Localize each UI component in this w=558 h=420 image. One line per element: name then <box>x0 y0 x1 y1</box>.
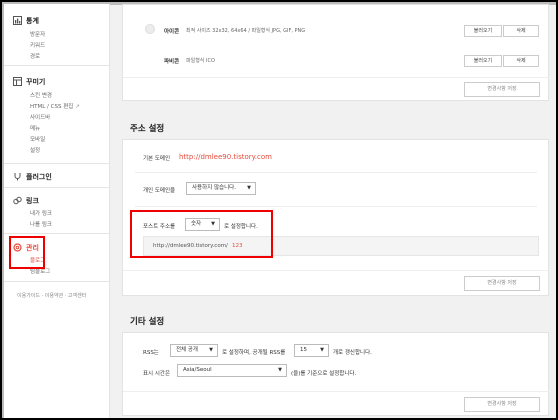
sidebar-item-sidebar[interactable]: 사이드바 <box>30 113 50 121</box>
favicon-load-button[interactable]: 불러오기 <box>464 55 502 67</box>
favicon-label: 파비콘 <box>164 59 180 65</box>
sidebar: 통계 방문자 키워드 경로 꾸미기 스킨 변경 HTML / CSS 편집 ↗ … <box>4 4 110 418</box>
sidebar-item-links-to-me[interactable]: 나를 링크 <box>30 220 52 228</box>
sidebar-item-my-links[interactable]: 내가 링크 <box>30 209 52 217</box>
base-domain-value[interactable]: http://dmlee90.tistory.com <box>179 153 272 161</box>
chevron-down-icon: ▼ <box>209 347 213 353</box>
timezone-select[interactable]: Asia/Seoul ▼ <box>177 364 287 377</box>
rss-mid-text: 로 설정하며, 공개될 RSS를 <box>222 350 286 356</box>
personal-domain-select[interactable]: 사용하지 않습니다. ▼ <box>186 182 256 195</box>
sidebar-head-decorate-label: 꾸미기 <box>26 78 46 86</box>
other-settings-card: RSS는 전체 공개 ▼ 로 설정하며, 공개될 RSS를 15 ▼ 개로 갱신합니… <box>122 332 549 416</box>
sidebar-head-link[interactable]: 링크 <box>13 196 39 206</box>
other-section-title: 기타 설정 <box>130 317 165 327</box>
divider <box>135 172 537 173</box>
link-icon <box>13 196 22 205</box>
divider <box>135 206 537 207</box>
icon-label: 아이콘 <box>164 29 180 35</box>
plugin-icon <box>13 172 22 181</box>
base-domain-label: 기본 도메인 <box>143 156 171 162</box>
chevron-down-icon: ▼ <box>247 185 251 191</box>
footer-links[interactable]: 이용가이드 · 이용약관 · 고객센터 <box>17 292 86 299</box>
chevron-down-icon: ▼ <box>320 347 324 353</box>
divider <box>123 391 549 392</box>
layout-icon <box>13 77 22 86</box>
sidebar-head-link-label: 링크 <box>26 197 39 205</box>
favicon-delete-button[interactable]: 삭제 <box>503 55 539 67</box>
timezone-value: Asia/Seoul <box>183 367 212 373</box>
sidebar-item-settings[interactable]: 설정 <box>30 146 40 154</box>
divider <box>123 270 549 271</box>
time-suffix: (을)를 기준으로 설정합니다. <box>291 371 357 377</box>
address-section-title: 주소 설정 <box>130 124 165 134</box>
sidebar-section-stats: 통계 방문자 키워드 경로 <box>4 4 110 66</box>
sidebar-head-plugin[interactable]: 플러그인 <box>13 172 52 182</box>
sidebar-item-paths[interactable]: 경로 <box>30 52 40 60</box>
icon-settings-card: 아이콘 최적 사이즈 32x32, 64x64 / 파일형식 JPG, GIF,… <box>122 4 549 101</box>
icon-delete-button[interactable]: 삭제 <box>503 25 539 37</box>
sidebar-item-visitors[interactable]: 방문자 <box>30 30 45 38</box>
window-frame: 통계 방문자 키워드 경로 꾸미기 스킨 변경 HTML / CSS 편집 ↗ … <box>0 0 558 420</box>
rss-count-select[interactable]: 15 ▼ <box>294 344 329 357</box>
rss-label: RSS는 <box>143 350 159 356</box>
icon-description: 최적 사이즈 32x32, 64x64 / 파일형식 JPG, GIF, PNG <box>186 28 306 34</box>
sidebar-head-stats[interactable]: 통계 <box>13 16 39 26</box>
sidebar-item-mobile[interactable]: 모바일 <box>30 135 45 143</box>
personal-domain-label: 개인 도메인을 <box>143 188 176 194</box>
sidebar-item-menu[interactable]: 메뉴 <box>30 124 40 132</box>
main-content: 아이콘 최적 사이즈 32x32, 64x64 / 파일형식 JPG, GIF,… <box>122 4 550 418</box>
highlight-manage <box>9 236 45 269</box>
address-save-button[interactable]: 변경사항 저장 <box>464 276 540 291</box>
sidebar-section-link: 링크 내가 링크 나를 링크 <box>4 188 110 234</box>
rss-visibility-select[interactable]: 전체 공개 ▼ <box>170 344 218 357</box>
favicon-description: 파일형식 ICO <box>186 58 215 64</box>
icon-preview <box>145 24 155 34</box>
sidebar-section-plugin: 플러그인 <box>4 164 110 188</box>
rss-suffix: 개로 갱신합니다. <box>333 350 372 356</box>
divider <box>123 77 549 78</box>
highlight-post-address <box>130 210 273 258</box>
sidebar-section-decorate: 꾸미기 스킨 변경 HTML / CSS 편집 ↗ 사이드바 메뉴 모바일 설정 <box>4 66 110 164</box>
chart-icon <box>13 16 22 25</box>
sidebar-item-skin[interactable]: 스킨 변경 <box>30 91 52 99</box>
icon-save-button[interactable]: 변경사항 저장 <box>464 82 540 97</box>
rss-count-value: 15 <box>300 347 307 353</box>
other-save-button[interactable]: 변경사항 저장 <box>464 397 540 412</box>
sidebar-head-stats-label: 통계 <box>26 17 39 25</box>
rss-visibility-value: 전체 공개 <box>176 347 198 353</box>
chevron-down-icon: ▼ <box>278 367 282 373</box>
sidebar-item-html-css-label: HTML / CSS 편집 <box>30 104 74 110</box>
icon-load-button[interactable]: 불러오기 <box>464 25 502 37</box>
sidebar-head-plugin-label: 플러그인 <box>26 173 52 181</box>
sidebar-item-keywords[interactable]: 키워드 <box>30 41 45 49</box>
external-link-icon: ↗ <box>75 104 80 110</box>
sidebar-item-html-css[interactable]: HTML / CSS 편집 ↗ <box>30 102 80 110</box>
personal-domain-select-value: 사용하지 않습니다. <box>192 185 236 191</box>
time-label: 표시 시간은 <box>143 371 171 377</box>
sidebar-head-decorate[interactable]: 꾸미기 <box>13 77 45 87</box>
